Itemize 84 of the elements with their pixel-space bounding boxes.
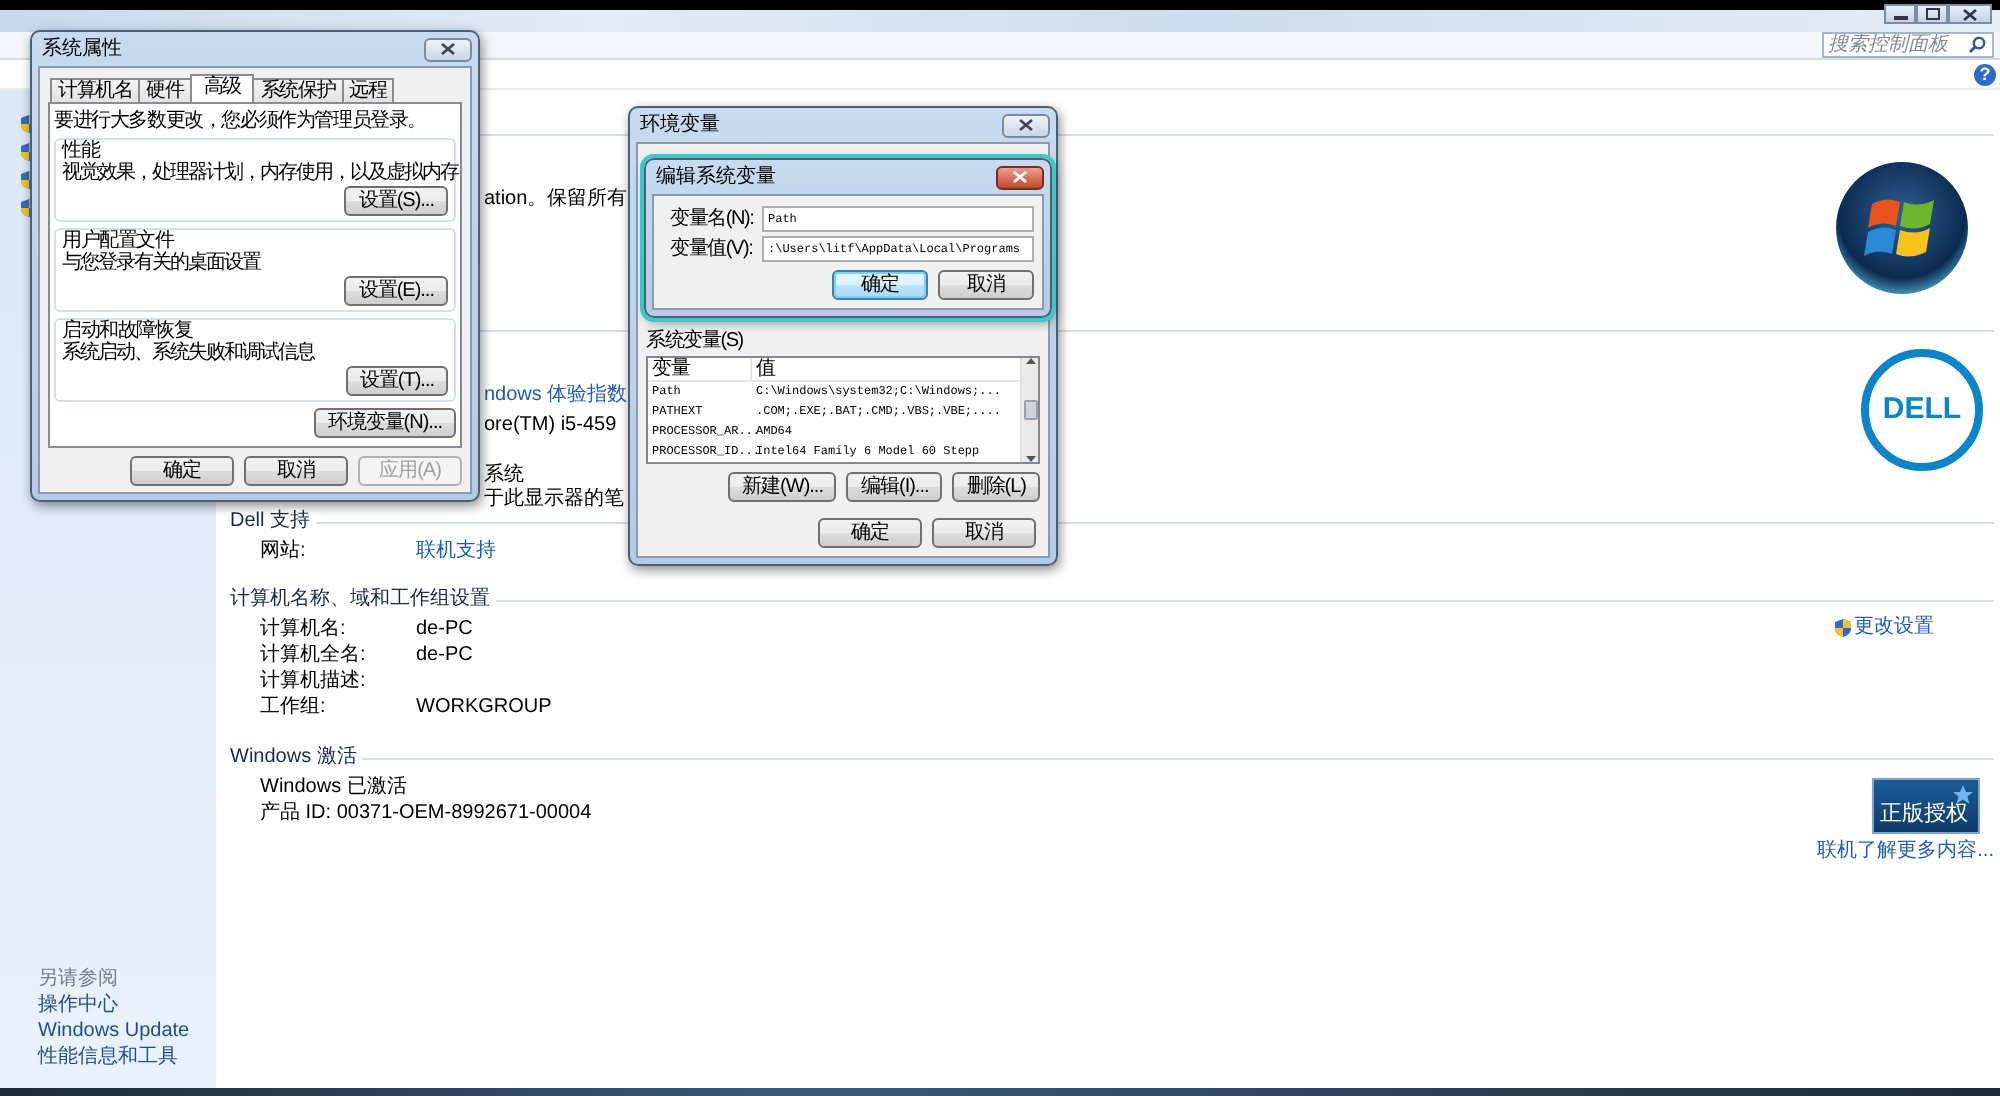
tab[interactable]: 远程 [341, 78, 395, 102]
field-label: 工作组: [260, 695, 328, 719]
change-settings-link[interactable]: 更改设置 [1854, 616, 1934, 640]
field-label: 变量值(V): [668, 237, 755, 261]
section-title: Dell 支持 [230, 510, 311, 534]
field-label: 变量名(N): [668, 207, 756, 231]
environment-variables-button[interactable]: 环境变量(N)... [313, 408, 456, 438]
close-icon [1012, 170, 1028, 184]
star-icon [1952, 784, 1974, 806]
group-title: 启动和故障恢复 [62, 320, 193, 342]
logo-text: DELL [1880, 394, 1964, 426]
group-description: 系统启动、系统失败和调试信息 [62, 342, 314, 364]
dialog-button[interactable]: 确定 [832, 270, 928, 300]
field-label: Windows 已激活 [260, 775, 407, 799]
field-label: 计算机名: [260, 617, 348, 641]
tab[interactable]: 系统保护 [252, 78, 344, 102]
close-button[interactable] [1948, 4, 1992, 24]
maximize-icon [1925, 8, 1939, 20]
dialog-button[interactable]: 取消 [938, 270, 1034, 300]
settings-button[interactable]: 设置(E)... [344, 276, 448, 306]
sidebar-link[interactable]: 操作中心 [38, 994, 216, 1018]
close-button[interactable] [424, 37, 472, 61]
close-icon [440, 42, 456, 56]
sidebar-link[interactable]: Windows Update [38, 1020, 216, 1044]
field-label: 计算机全名: [260, 643, 368, 667]
support-link[interactable]: 联机支持 [416, 539, 496, 563]
dialog-button: 应用(A) [358, 456, 462, 486]
shield-icon [1834, 618, 1852, 638]
maximize-button[interactable] [1916, 4, 1948, 24]
group-description: 视觉效果，处理器计划，内存使用，以及虚拟内存 [62, 162, 458, 184]
settings-button[interactable]: 设置(S)... [344, 186, 448, 216]
genuine-badge[interactable]: 正版授权 [1872, 778, 1980, 834]
dialog-title: 环境变量 [640, 113, 720, 137]
column-header: 变量 [648, 357, 752, 381]
sidebar-link[interactable]: 性能信息和工具 [38, 1046, 216, 1070]
search-icon [1968, 36, 1986, 54]
field-value: de-PC [416, 617, 473, 641]
orb-logo [1834, 160, 1970, 296]
table-button[interactable]: 新建(W)... [728, 472, 837, 502]
list-label: 系统变量(S) [646, 330, 745, 352]
table-button[interactable]: 编辑(I)... [846, 472, 943, 502]
dialog-title: 系统属性 [42, 37, 122, 61]
dialog-button[interactable]: 取消 [932, 518, 1036, 548]
field-value: de-PC [416, 643, 473, 667]
section-title: 计算机名称、域和工作组设置 [230, 588, 490, 612]
notice-text: 要进行大多数更改，您必须作为管理员登录。 [54, 110, 429, 132]
dialog-title: 编辑系统变量 [656, 165, 776, 189]
text-fragment: ation。保留所有 [484, 188, 628, 212]
field-value: WORKGROUP [416, 695, 552, 719]
close-icon [1962, 7, 1978, 21]
section-title: 另请参阅 [38, 968, 120, 992]
section-title: Windows 激活 [230, 746, 357, 770]
scroll-thumb[interactable] [1023, 400, 1037, 420]
help-icon[interactable]: ? [1974, 63, 1996, 85]
tab[interactable]: 高级 [189, 74, 255, 102]
field-label: 产品 ID: 00371-OEM-8992671-00004 [260, 801, 592, 825]
field-label: 网站: [260, 539, 308, 563]
minimize-button[interactable] [1884, 4, 1916, 24]
text-fragment: 于此显示器的笔 [484, 488, 624, 512]
circle-logo [1860, 348, 1984, 472]
close-button[interactable] [996, 165, 1044, 189]
badge-text: 正版授权 [1880, 802, 1968, 826]
close-button[interactable] [1002, 113, 1050, 137]
text-link[interactable]: ndows 体验指数 [484, 384, 628, 408]
table-button[interactable]: 删除(L) [952, 472, 1040, 502]
group-title: 用户配置文件 [62, 230, 177, 252]
search-field[interactable]: 搜索控制面板 [1822, 32, 1994, 58]
scrollbar[interactable] [1020, 358, 1038, 462]
dialog-button[interactable]: 取消 [244, 456, 348, 486]
close-icon [1018, 118, 1034, 132]
scroll-up-icon [1025, 358, 1035, 364]
column-header: 值 [754, 357, 778, 381]
dialog-button[interactable]: 确定 [818, 518, 922, 548]
text-fragment: 系统 [484, 464, 524, 487]
dialog-button[interactable]: 确定 [130, 456, 234, 486]
scroll-down-icon [1025, 456, 1035, 462]
text-fragment: ore(TM) i5-459 [484, 414, 617, 438]
field-label: 计算机描述: [260, 669, 366, 693]
tab[interactable]: 硬件 [138, 78, 192, 102]
learn-more-link[interactable]: 联机了解更多内容... [1817, 840, 1994, 864]
group-description: 与您登录有关的桌面设置 [62, 252, 260, 274]
tab[interactable]: 计算机名 [50, 78, 141, 102]
group-title: 性能 [62, 140, 103, 162]
settings-button[interactable]: 设置(T)... [345, 366, 448, 396]
